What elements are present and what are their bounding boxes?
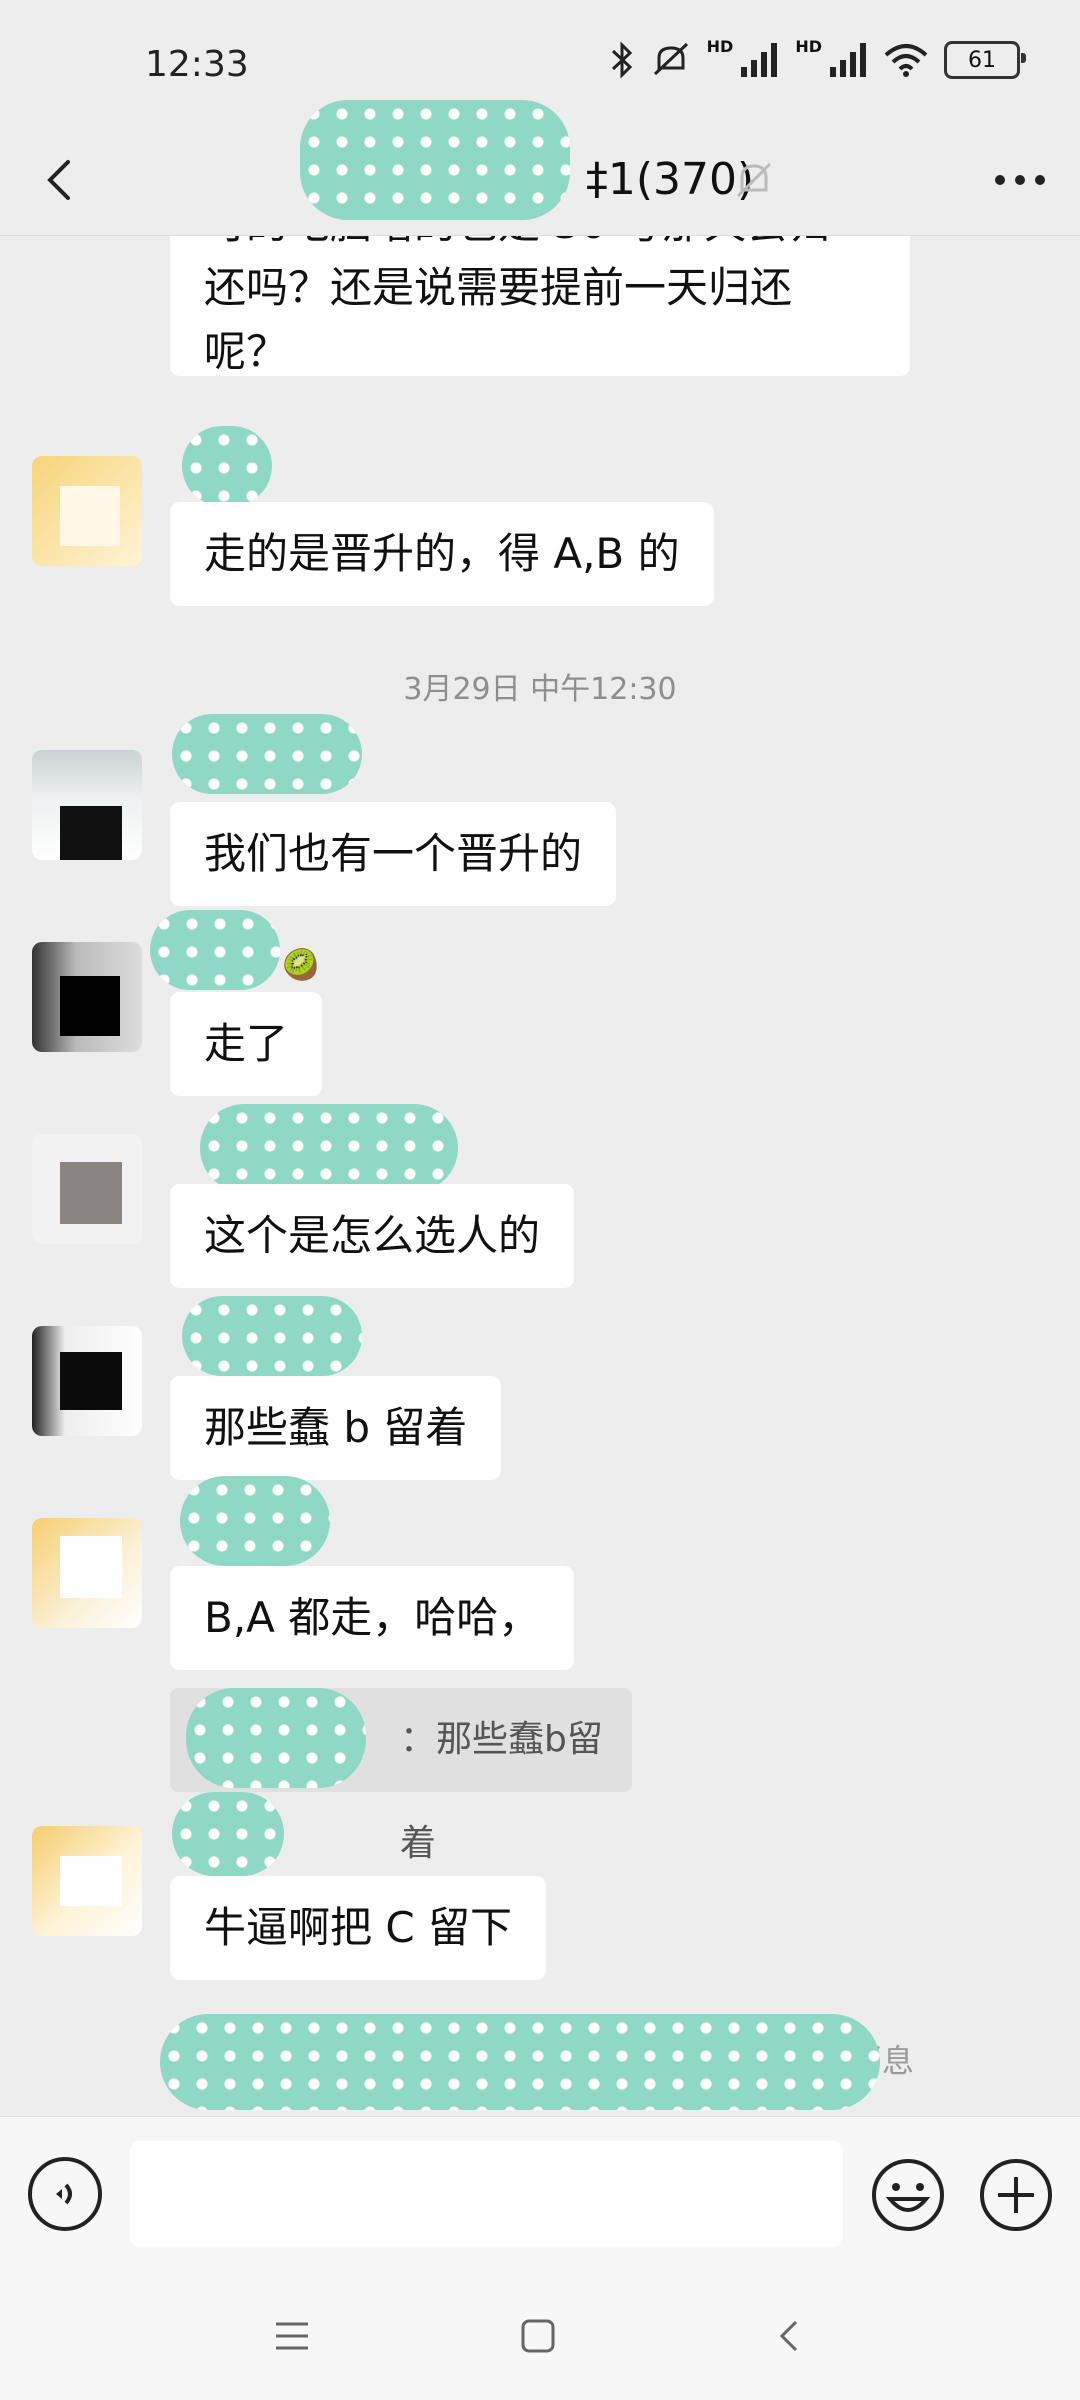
avatar[interactable] [32,1518,142,1628]
message-list: 可的电脑啥的也是 30 号那天会归 还吗？还是说需要提前一天归还 呢？ 走的是晋… [0,236,1080,2116]
chat-header: ‡1(370) [0,100,1080,236]
message-bubble[interactable]: 那些蠢 b 留着 [170,1376,502,1480]
status-icons: HD HD 61 [609,36,1026,80]
input-bar [0,2116,1080,2277]
message-bubble[interactable]: 这个是怎么选人的 [170,1184,575,1288]
message-bubble[interactable]: 我们也有一个晋升的 [170,802,617,906]
message-line: 呢？ [204,327,289,376]
avatar[interactable] [32,942,142,1052]
message-bubble[interactable]: 牛逼啊把 C 留下 [170,1876,547,1980]
status-time: 12:33 [145,44,249,85]
system-nav-bar [0,2276,1080,2400]
menu-icon[interactable] [272,2316,312,2356]
wifi-icon [884,44,928,77]
bluetooth-icon [611,41,632,79]
battery-icon: 61 [944,41,1026,79]
bell-muted-icon [736,162,772,198]
message-bubble[interactable]: 走了 [170,992,323,1096]
kiwi-emoji-icon: 🥝 [282,948,320,983]
redacted-system-notice [160,2014,880,2110]
message-bubble[interactable]: B,A 都走，哈哈， [170,1566,575,1670]
redacted-sender-name [200,1104,458,1192]
avatar[interactable] [32,1826,142,1936]
avatar[interactable] [32,750,142,860]
message-line: 可的电脑啥的也是 30 号那天会归 [204,236,876,256]
message-line: 还吗？还是说需要提前一天归还 [204,263,793,312]
timestamp: 3月29日 中午12:30 [403,672,677,707]
hd-label: HD [706,36,734,56]
voice-icon[interactable] [28,2157,102,2231]
avatar[interactable] [32,1326,142,1436]
hd-label-2: HD [795,36,822,56]
home-icon[interactable] [518,2316,558,2356]
emoji-icon[interactable] [870,2157,946,2233]
battery-level: 61 [968,47,996,73]
message-bubble[interactable]: 走的是晋升的，得 A,B 的 [170,502,714,606]
redacted-sender-name [182,1296,362,1376]
signal-icon-2 [830,43,866,77]
redacted-sender-name [182,426,272,506]
more-dots-icon[interactable] [990,160,1050,200]
back-arrow-icon[interactable] [32,150,92,210]
redacted-quote-sender [186,1688,366,1788]
redacted-title [300,100,570,220]
message-bubble[interactable]: 可的电脑啥的也是 30 号那天会归 还吗？还是说需要提前一天归还 呢？ [170,236,910,376]
redacted-sender-name [172,1792,284,1876]
plus-icon[interactable] [978,2157,1054,2233]
redacted-sender-name [180,1476,330,1566]
mute-icon [653,42,688,76]
message-input[interactable] [130,2141,843,2247]
redacted-sender-name [150,910,280,990]
avatar[interactable] [32,1134,142,1244]
redacted-sender-name [172,714,362,794]
avatar[interactable] [32,456,142,566]
nav-back-icon[interactable] [770,2316,810,2356]
signal-icon [741,43,778,77]
